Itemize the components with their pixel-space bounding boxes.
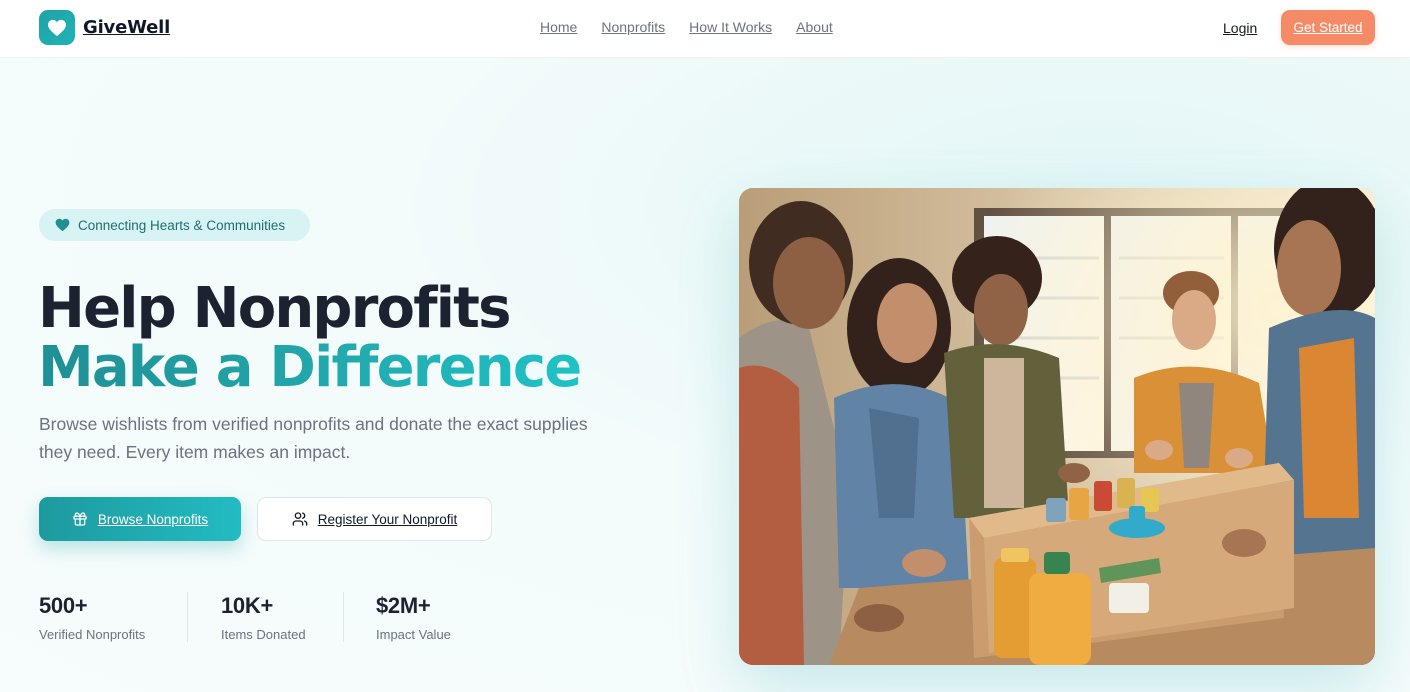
stat-nonprofits: 500+ Verified Nonprofits [39,593,145,642]
brand-name: GiveWell [83,17,171,38]
hero-subtitle: Browse wishlists from verified nonprofit… [39,414,588,462]
stat-impact-value: $2M+ Impact Value [376,593,451,642]
get-started-button[interactable]: Get Started [1281,10,1375,45]
hero-title-line2: Make a Difference [38,335,582,400]
nav-link-home[interactable]: Home [540,19,577,35]
stat-divider [343,592,344,642]
browse-nonprofits-button[interactable]: Browse Nonprofits [39,497,241,541]
users-icon [292,512,308,526]
hero-image [739,188,1375,665]
hero-badge: Connecting Hearts & Communities [39,209,310,241]
volunteers-photo [739,188,1375,665]
stat-divider [187,592,188,642]
stat-label: Impact Value [376,627,451,642]
stat-value: 500+ [39,593,88,618]
brand[interactable]: GiveWell [39,10,170,45]
login-link[interactable]: Login [1223,20,1257,36]
hero-title-line1: Help Nonprofits [38,276,511,341]
gift-icon [73,512,87,526]
stat-items-donated: 10K+ Items Donated [221,593,306,642]
browse-nonprofits-label: Browse Nonprofits [97,511,209,527]
main-nav: Home Nonprofits How It Works About [540,19,833,35]
stat-label: Verified Nonprofits [39,627,146,642]
brand-logo [39,10,75,45]
badge-text: Connecting Hearts & Communities [78,217,286,233]
heart-icon [55,218,70,232]
nav-link-nonprofits[interactable]: Nonprofits [601,19,665,35]
stat-value: 10K+ [221,593,274,618]
nav-link-how-it-works[interactable]: How It Works [689,19,772,35]
nav-link-about[interactable]: About [796,19,833,35]
stat-value: $2M+ [376,593,431,618]
heart-icon [48,19,66,36]
stat-label: Items Donated [221,627,306,642]
register-nonprofit-label: Register Your Nonprofit [317,511,458,527]
register-nonprofit-button[interactable]: Register Your Nonprofit [257,497,492,541]
top-navbar: GiveWell Home Nonprofits How It Works Ab… [0,0,1410,58]
